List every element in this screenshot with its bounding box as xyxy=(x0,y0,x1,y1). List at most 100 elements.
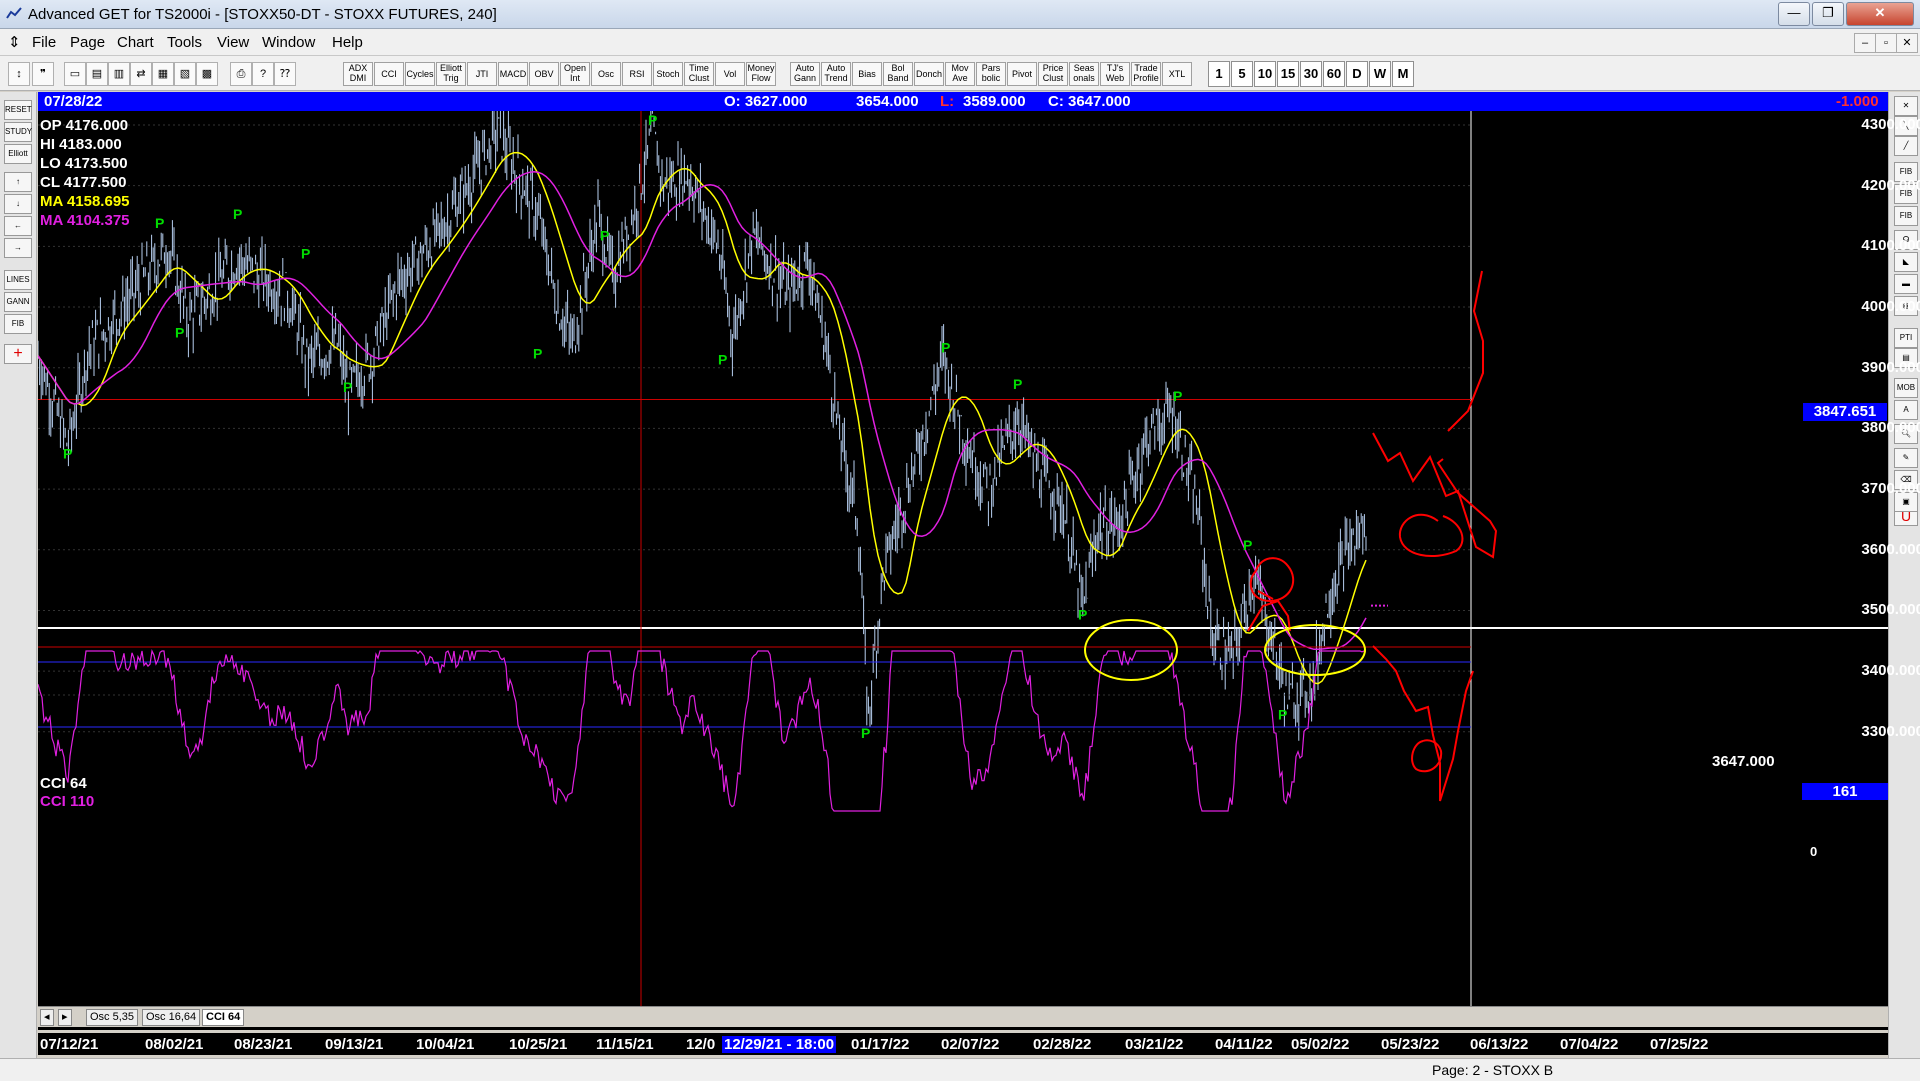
pivot-marker: P xyxy=(648,112,657,128)
down-arrow-icon[interactable]: ↓ xyxy=(4,194,32,214)
ohlc-open: OP 4176.000 xyxy=(40,117,129,134)
study-button-vol[interactable]: Vol xyxy=(715,62,745,86)
pencil-icon[interactable]: ✎ xyxy=(1894,448,1918,468)
print-icon[interactable]: ⎙ xyxy=(230,62,252,86)
fib-time-icon[interactable]: FIB TIME xyxy=(1894,206,1918,238)
quote-date: 07/28/22 xyxy=(44,93,103,110)
tool-button-price-clust[interactable]: Price Clust xyxy=(1038,62,1068,86)
elliott-tool-icon[interactable]: Elliott xyxy=(4,144,32,164)
study-button-macd[interactable]: MACD xyxy=(498,62,528,86)
close-button[interactable]: ✕ xyxy=(1846,2,1914,26)
app-icon xyxy=(6,7,22,19)
crosshair-icon[interactable]: + xyxy=(4,344,32,364)
tool-button-bias[interactable]: Bias xyxy=(852,62,882,86)
study-button-rsi[interactable]: RSI xyxy=(622,62,652,86)
menu-file[interactable]: File xyxy=(32,34,56,51)
tool-button-bol-band[interactable]: Bol Band xyxy=(883,62,913,86)
tool-button-tj-s-web[interactable]: TJ's Web xyxy=(1100,62,1130,86)
price-chart[interactable]: PPPPPPPPPPPPPPPPP xyxy=(38,111,1888,1006)
minimize-button[interactable]: — xyxy=(1778,2,1810,26)
menu-help[interactable]: Help xyxy=(332,34,363,51)
triangle-tool-icon[interactable]: ◣ xyxy=(1894,252,1918,272)
close-drawing-icon[interactable]: ✕ xyxy=(1894,96,1918,116)
date-label: 06/13/22 xyxy=(1470,1036,1529,1053)
study-button-stoch[interactable]: Stoch xyxy=(653,62,683,86)
study-button-obv[interactable]: OBV xyxy=(529,62,559,86)
pti-icon[interactable]: PTI xyxy=(1894,328,1918,348)
tab-cci-64[interactable]: CCI 64 xyxy=(202,1009,245,1026)
study-button-cycles[interactable]: Cycles xyxy=(405,62,435,86)
study-button-time-clust[interactable]: Time Clust xyxy=(684,62,714,86)
tool-button-pars-bolic[interactable]: Pars bolic xyxy=(976,62,1006,86)
timeframe-m[interactable]: M xyxy=(1392,61,1414,87)
study-button-adx-dmi[interactable]: ADX DMI xyxy=(343,62,373,86)
tool-button-trade-profile[interactable]: Trade Profile xyxy=(1131,62,1161,86)
channel-tool-icon[interactable]: ▬ xyxy=(1894,274,1918,294)
mdi-restore-button[interactable]: ▫ xyxy=(1875,33,1897,53)
lines-tool-icon[interactable]: LINES xyxy=(4,270,32,290)
timeframe-w[interactable]: W xyxy=(1369,61,1391,87)
trend-line-icon[interactable]: ╱ xyxy=(1894,136,1918,156)
mdi-close-button[interactable]: ✕ xyxy=(1896,33,1918,53)
grid-icon[interactable]: ▩ xyxy=(196,62,218,86)
timeframe-1[interactable]: 1 xyxy=(1208,61,1230,87)
arrow-tool-icon[interactable]: ↕ xyxy=(8,62,30,86)
gann-tool-icon[interactable]: GANN xyxy=(4,292,32,312)
ma-fast-value: MA 4158.695 xyxy=(40,193,130,210)
save-icon[interactable]: ▥ xyxy=(108,62,130,86)
chart-area[interactable]: PPPPPPPPPPPPPPPPP OP 4176.000 HI 4183.00… xyxy=(38,111,1920,1030)
up-arrow-icon[interactable]: ↑ xyxy=(4,172,32,192)
tool-button-mov-ave[interactable]: Mov Ave xyxy=(945,62,975,86)
tab-osc-16-64[interactable]: Osc 16,64 xyxy=(142,1009,201,1026)
study-tool-icon[interactable]: STUDY xyxy=(4,122,32,142)
menu-tools[interactable]: Tools xyxy=(167,34,202,51)
study-button-cci[interactable]: CCI xyxy=(374,62,404,86)
timeframe-5[interactable]: 5 xyxy=(1231,61,1253,87)
study-button-money-flow[interactable]: Money Flow xyxy=(746,62,776,86)
menu-window[interactable]: Window xyxy=(262,34,315,51)
price-tick-label: 4100.000 xyxy=(1861,237,1920,255)
timeframe-30[interactable]: 30 xyxy=(1300,61,1322,87)
help-icon[interactable]: ? xyxy=(252,62,274,86)
timeframe-10[interactable]: 10 xyxy=(1254,61,1276,87)
quote-tool-icon[interactable]: ❞ xyxy=(32,62,54,86)
tool-button-xtl[interactable]: XTL xyxy=(1162,62,1192,86)
study-button-open-int[interactable]: Open Int xyxy=(560,62,590,86)
timeframe-d[interactable]: D xyxy=(1346,61,1368,87)
tool-button-donch[interactable]: Donch xyxy=(914,62,944,86)
tool-button-seas-onals[interactable]: Seas onals xyxy=(1069,62,1099,86)
tile-icon[interactable]: ▦ xyxy=(152,62,174,86)
pivot-marker: P xyxy=(1013,376,1022,392)
maximize-button[interactable]: ❐ xyxy=(1812,2,1844,26)
reset-tool-icon[interactable]: RESET xyxy=(4,100,32,120)
tool-button-auto-trend[interactable]: Auto Trend xyxy=(821,62,851,86)
scroll-right-icon[interactable]: ▸ xyxy=(58,1009,72,1026)
tab-osc-5-35[interactable]: Osc 5,35 xyxy=(86,1009,139,1026)
timeframe-60[interactable]: 60 xyxy=(1323,61,1345,87)
annotation-projection-lower xyxy=(1372,645,1474,802)
study-button-osc[interactable]: Osc xyxy=(591,62,621,86)
right-arrow-icon[interactable]: → xyxy=(4,238,32,258)
context-help-icon[interactable]: ⁇ xyxy=(274,62,296,86)
menu-view[interactable]: View xyxy=(217,34,249,51)
new-page-icon[interactable]: ▭ xyxy=(64,62,86,86)
mdi-minimize-button[interactable]: – xyxy=(1854,33,1876,53)
link-icon[interactable]: ⇄ xyxy=(130,62,152,86)
cascade-icon[interactable]: ▧ xyxy=(174,62,196,86)
open-icon[interactable]: ▤ xyxy=(86,62,108,86)
text-tool-icon[interactable]: A xyxy=(1894,400,1918,420)
scroll-left-icon[interactable]: ◂ xyxy=(40,1009,54,1026)
tool-button-auto-gann[interactable]: Auto Gann xyxy=(790,62,820,86)
menu-page[interactable]: Page xyxy=(70,34,105,51)
price-tick-label: 3600.000 xyxy=(1861,540,1920,558)
pivot-marker: P xyxy=(343,379,352,395)
fib-tool-icon[interactable]: FIB xyxy=(4,314,32,334)
mob-icon[interactable]: MOB xyxy=(1894,378,1918,398)
study-button-jti[interactable]: JTI xyxy=(467,62,497,86)
menu-chart[interactable]: Chart xyxy=(117,34,154,51)
study-button-elliott-trig[interactable]: Elliott Trig xyxy=(436,62,466,86)
left-arrow-icon[interactable]: ← xyxy=(4,216,32,236)
tool-button-pivot[interactable]: Pivot xyxy=(1007,62,1037,86)
cci-value-label: 161 xyxy=(1802,783,1888,800)
timeframe-15[interactable]: 15 xyxy=(1277,61,1299,87)
